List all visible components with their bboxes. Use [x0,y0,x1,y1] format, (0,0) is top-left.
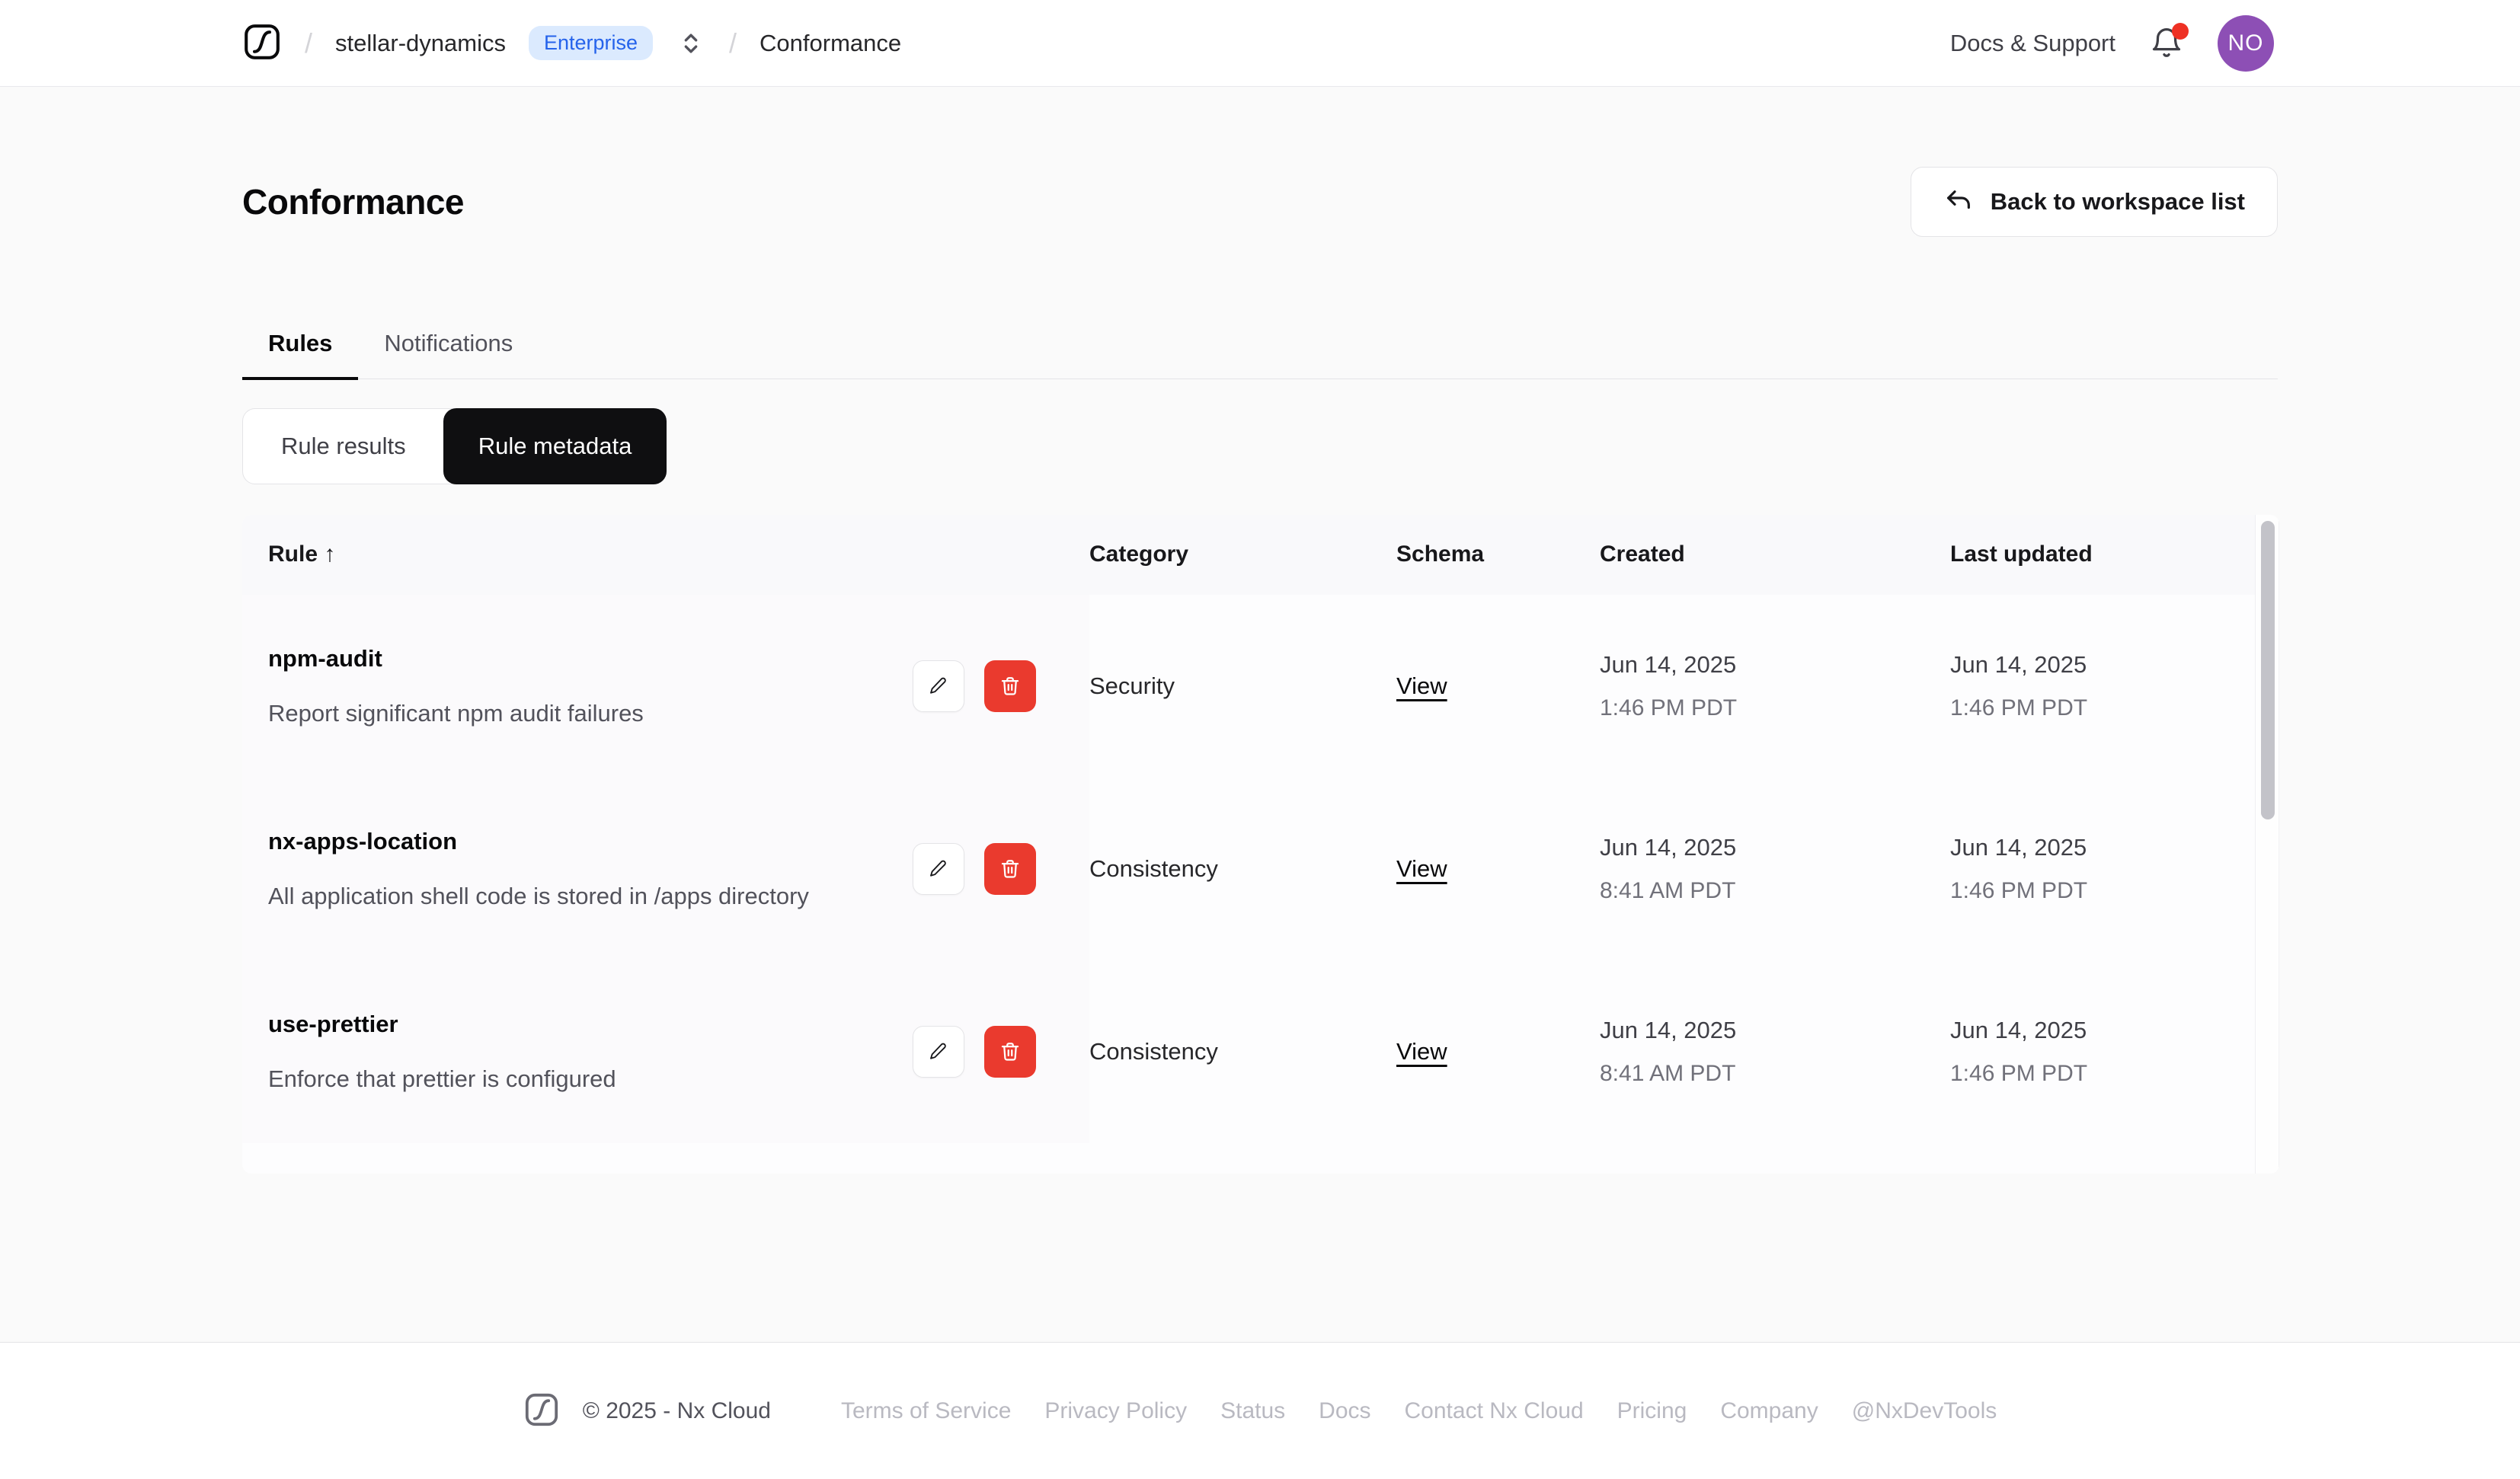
trash-icon [1001,1042,1019,1061]
schema-view-link[interactable]: View [1396,855,1447,883]
tab-rules[interactable]: Rules [242,328,359,380]
rule-metadata-toggle[interactable]: Rule metadata [443,407,667,484]
table-header-row: Rule ↑ Category Schema Created Last upda… [242,514,2279,595]
trash-icon [1001,859,1019,878]
edit-rule-button[interactable] [913,660,964,712]
created-cell: Jun 14, 2025 8:41 AM PDT [1600,960,1950,1143]
top-navigation-bar: / stellar-dynamics Enterprise / Conforma… [0,0,2520,87]
created-date: Jun 14, 2025 [1600,1016,1737,1043]
page-footer: © 2025 - Nx Cloud Terms of Service Priva… [0,1342,2520,1479]
docs-support-link[interactable]: Docs & Support [1950,30,2115,57]
rule-category: Consistency [1089,854,1218,882]
footer-link[interactable]: Docs [1319,1398,1370,1424]
workspace-name[interactable]: stellar-dynamics [335,30,506,57]
footer-link[interactable]: Company [1720,1398,1818,1424]
footer-link[interactable]: @NxDevTools [1852,1398,1997,1424]
rule-description: Report significant npm audit failures [268,699,644,727]
updated-date: Jun 14, 2025 [1950,1016,2087,1043]
sort-ascending-icon: ↑ [324,541,336,567]
schema-view-link[interactable]: View [1396,672,1447,700]
last-updated-cell: Jun 14, 2025 1:46 PM PDT [1950,778,2255,960]
breadcrumb-separator: / [729,27,737,59]
updated-time: 1:46 PM PDT [1950,695,2088,720]
breadcrumb-page[interactable]: Conformance [760,30,901,57]
notifications-bell-button[interactable] [2149,22,2189,61]
copyright-text: © 2025 - Nx Cloud [582,1398,771,1423]
rule-description: Enforce that prettier is configured [268,1065,616,1092]
page-title: Conformance [242,181,464,222]
tab-notifications[interactable]: Notifications [358,328,539,379]
created-cell: Jun 14, 2025 8:41 AM PDT [1600,778,1950,960]
edit-rule-button[interactable] [913,842,964,895]
last-updated-cell: Jun 14, 2025 1:46 PM PDT [1950,960,2255,1143]
column-header-rule[interactable]: Rule ↑ [242,541,1089,567]
column-header-last-updated[interactable]: Last updated [1950,541,2255,567]
rule-results-toggle[interactable]: Rule results [243,409,444,484]
updated-date: Jun 14, 2025 [1950,833,2087,861]
workspace-switcher-icon[interactable] [676,27,706,60]
rule-name: npm-audit [268,644,382,672]
topbar-actions: Docs & Support NO [1950,14,2274,72]
column-header-schema[interactable]: Schema [1396,541,1600,567]
breadcrumb-separator: / [305,27,313,59]
rule-cell: use-prettier Enforce that prettier is co… [242,960,1089,1143]
delete-rule-button[interactable] [984,842,1036,895]
corner-up-left-icon [1946,190,1970,209]
rule-cell: nx-apps-location All application shell c… [242,777,1089,960]
footer-links: Terms of Service Privacy Policy Status D… [841,1398,1997,1424]
created-cell: Jun 14, 2025 1:46 PM PDT [1600,595,1950,778]
plan-badge: Enterprise [528,26,654,60]
rule-category: Security [1089,672,1175,699]
rule-view-toggle: Rule results Rule metadata [242,407,667,484]
footer-link[interactable]: Status [1220,1398,1285,1424]
breadcrumb: / stellar-dynamics Enterprise / Conforma… [242,22,901,65]
back-button-label: Back to workspace list [1990,187,2245,215]
rule-name: nx-apps-location [268,827,458,854]
column-header-category[interactable]: Category [1089,541,1396,567]
created-time: 1:46 PM PDT [1600,695,1738,720]
rule-name: use-prettier [268,1010,398,1037]
table-body: npm-audit Report significant npm audit f… [242,594,2279,1143]
table-scrollbar[interactable] [2255,514,2279,1174]
rule-cell: npm-audit Report significant npm audit f… [242,594,1089,778]
pencil-icon [930,860,946,877]
nx-logo-icon[interactable] [242,22,282,65]
edit-rule-button[interactable] [913,1025,964,1078]
footer-link[interactable]: Privacy Policy [1044,1398,1187,1424]
notification-dot [2172,22,2189,40]
schema-view-link[interactable]: View [1396,1038,1447,1065]
footer-link[interactable]: Contact Nx Cloud [1405,1398,1584,1424]
created-time: 8:41 AM PDT [1600,877,1736,903]
last-updated-cell: Jun 14, 2025 1:46 PM PDT [1950,595,2255,778]
rule-category: Consistency [1089,1037,1218,1065]
user-avatar[interactable]: NO [2218,14,2274,72]
pencil-icon [930,677,946,694]
updated-time: 1:46 PM PDT [1950,877,2088,903]
updated-date: Jun 14, 2025 [1950,650,2087,678]
schema-cell: View [1396,778,1600,960]
schema-cell: View [1396,595,1600,778]
rule-description: All application shell code is stored in … [268,882,809,909]
created-date: Jun 14, 2025 [1600,833,1737,861]
footer-link[interactable]: Pricing [1617,1398,1687,1424]
trash-icon [1001,676,1019,695]
created-time: 8:41 AM PDT [1600,1060,1736,1086]
table-row: use-prettier Enforce that prettier is co… [242,960,2279,1143]
column-header-created[interactable]: Created [1600,541,1950,567]
scrollbar-thumb[interactable] [2261,520,2275,819]
rules-table: Rule ↑ Category Schema Created Last upda… [242,514,2279,1174]
updated-time: 1:46 PM PDT [1950,1060,2088,1086]
main-content: Conformance Back to workspace list Rules… [0,87,2520,1342]
table-row: npm-audit Report significant npm audit f… [242,594,2279,778]
pencil-icon [930,1043,946,1059]
footer-link[interactable]: Terms of Service [841,1398,1011,1424]
table-row: nx-apps-location All application shell c… [242,777,2279,960]
back-to-workspace-list-button[interactable]: Back to workspace list [1910,166,2278,237]
schema-cell: View [1396,960,1600,1143]
delete-rule-button[interactable] [984,660,1036,712]
nx-footer-logo-icon [523,1391,560,1431]
tab-bar: Rules Notifications [242,328,2278,380]
delete-rule-button[interactable] [984,1025,1036,1078]
created-date: Jun 14, 2025 [1600,650,1737,678]
